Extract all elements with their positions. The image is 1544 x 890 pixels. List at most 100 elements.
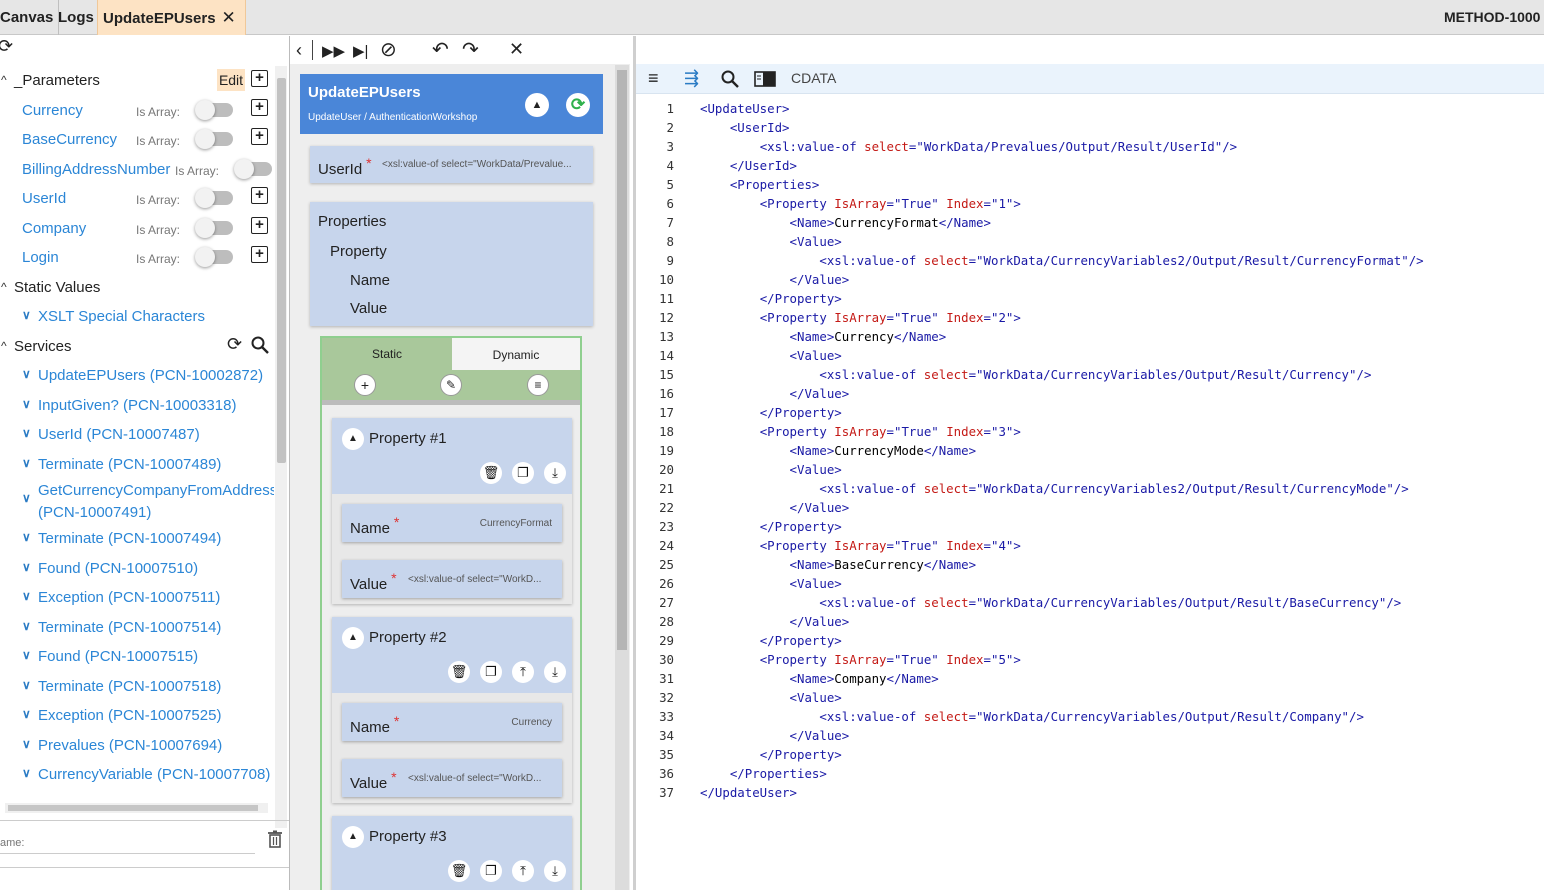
chevron-down-icon[interactable]: ∨ — [22, 491, 31, 505]
cdata-label[interactable]: CDATA — [791, 70, 836, 86]
list-edit-icon[interactable]: ≡ — [527, 374, 549, 396]
search-icon[interactable] — [720, 69, 740, 89]
collapse-services-icon[interactable]: ^ — [1, 339, 7, 353]
service-item-continued[interactable]: (PCN-10007491) — [38, 504, 151, 521]
middle-scrollbar-thumb[interactable] — [617, 70, 627, 650]
collapse-icon[interactable]: ▲ — [342, 627, 364, 649]
back-icon[interactable]: ‹ — [296, 40, 302, 61]
chevron-down-icon[interactable]: ∨ — [22, 766, 31, 780]
chevron-down-icon[interactable]: ∨ — [22, 530, 31, 544]
redo-icon[interactable]: ↷ — [462, 37, 479, 62]
refresh-services-icon[interactable]: ⟳ — [227, 334, 242, 355]
refresh-icon[interactable]: ⟳ — [0, 36, 13, 57]
add-icon[interactable]: + — [354, 374, 376, 396]
move-up-icon[interactable]: ⤒ — [512, 860, 534, 882]
param-company[interactable]: Company — [22, 220, 86, 237]
tab-dynamic[interactable]: Dynamic — [452, 338, 580, 370]
chevron-down-icon[interactable]: ∨ — [22, 367, 31, 381]
is-array-toggle[interactable] — [195, 218, 233, 238]
service-item[interactable]: Terminate (PCN-10007514) — [38, 619, 221, 636]
delete-icon[interactable]: 🗑 — [480, 462, 502, 484]
move-up-icon[interactable]: ⤒ — [512, 661, 534, 683]
tab-logs[interactable]: Logs — [53, 0, 100, 35]
param-basecurrency[interactable]: BaseCurrency — [22, 131, 117, 148]
left-hscrollbar-thumb[interactable] — [8, 805, 258, 811]
sync-icon[interactable]: ⟳ — [566, 93, 590, 117]
edit-icon[interactable]: ✎ — [440, 374, 462, 396]
collapse-icon[interactable]: ▲ — [342, 826, 364, 848]
service-item[interactable]: UserId (PCN-10007487) — [38, 426, 200, 443]
chevron-down-icon[interactable]: ∨ — [22, 619, 31, 633]
stop-icon[interactable]: ⊘ — [380, 37, 397, 62]
copy-icon[interactable]: ❐ — [480, 661, 502, 683]
name-field[interactable]: Name * Currency — [342, 703, 562, 741]
is-array-toggle[interactable] — [195, 129, 233, 149]
service-item[interactable]: Prevalues (PCN-10007694) — [38, 737, 222, 754]
param-login[interactable]: Login — [22, 249, 59, 266]
service-item[interactable]: Found (PCN-10007510) — [38, 560, 198, 577]
tab-updateepusers[interactable]: UpdateEPUsers ✕ — [97, 0, 246, 35]
move-down-icon[interactable]: ⤓ — [544, 860, 566, 882]
copy-icon[interactable]: ❐ — [480, 860, 502, 882]
move-down-icon[interactable]: ⤓ — [544, 462, 566, 484]
panel-icon[interactable] — [754, 71, 776, 87]
chevron-down-icon[interactable]: ∨ — [22, 456, 31, 470]
chevron-down-icon[interactable]: ∨ — [22, 648, 31, 662]
service-item[interactable]: Exception (PCN-10007525) — [38, 707, 221, 724]
delete-icon[interactable]: 🗑 — [448, 860, 470, 882]
undo-icon[interactable]: ↶ — [432, 37, 449, 62]
add-icon[interactable]: + — [251, 128, 268, 145]
step-icon[interactable]: ▶| — [353, 42, 368, 60]
add-icon[interactable]: + — [251, 99, 268, 116]
delete-icon[interactable]: 🗑 — [448, 661, 470, 683]
is-array-toggle[interactable] — [195, 188, 233, 208]
close-icon[interactable]: ✕ — [509, 39, 524, 60]
chevron-down-icon[interactable]: ∨ — [22, 560, 31, 574]
close-tab-icon[interactable]: ✕ — [222, 8, 236, 27]
fast-forward-icon[interactable]: ▶▶ — [322, 42, 345, 60]
tab-static[interactable]: Static — [322, 338, 452, 370]
add-icon[interactable]: + — [251, 187, 268, 204]
trash-icon[interactable] — [267, 830, 283, 848]
param-billingaddressnumber[interactable]: BillingAddressNumber — [22, 161, 170, 178]
collapse-parameters-icon[interactable]: ^ — [1, 73, 7, 87]
service-item[interactable]: Exception (PCN-10007511) — [38, 589, 220, 606]
collapse-icon[interactable]: ▲ — [342, 428, 364, 450]
chevron-down-icon[interactable]: ∨ — [22, 678, 31, 692]
tab-canvas[interactable]: Canvas — [0, 0, 60, 35]
value-field[interactable]: Value * <xsl:value-of select="WorkD... — [342, 560, 562, 598]
add-icon[interactable]: + — [251, 246, 268, 263]
add-parameter-icon[interactable]: + — [251, 70, 268, 87]
xslt-special-characters[interactable]: XSLT Special Characters — [38, 308, 205, 325]
param-userid[interactable]: UserId — [22, 190, 66, 207]
chevron-down-icon[interactable]: ∨ — [22, 737, 31, 751]
is-array-toggle[interactable] — [195, 247, 233, 267]
chevron-down-icon[interactable]: ∨ — [22, 707, 31, 721]
collapse-service-icon[interactable]: ▲ — [525, 93, 549, 117]
service-item[interactable]: Terminate (PCN-10007489) — [38, 456, 221, 473]
service-item[interactable]: InputGiven? (PCN-10003318) — [38, 397, 236, 414]
add-icon[interactable]: + — [251, 217, 268, 234]
chevron-down-icon[interactable]: ∨ — [22, 589, 31, 603]
is-array-toggle[interactable] — [195, 100, 233, 120]
param-currency[interactable]: Currency — [22, 102, 83, 119]
service-item[interactable]: Terminate (PCN-10007518) — [38, 678, 221, 695]
collapse-static-icon[interactable]: ^ — [1, 280, 7, 294]
userid-field[interactable]: UserId * <xsl:value-of select="WorkData/… — [310, 146, 593, 183]
name-input[interactable] — [0, 832, 255, 854]
service-item[interactable]: CurrencyVariable (PCN-10007708) — [38, 766, 270, 783]
service-item[interactable]: GetCurrencyCompanyFromAddress — [38, 482, 274, 499]
search-icon[interactable] — [250, 335, 270, 355]
service-item[interactable]: Found (PCN-10007515) — [38, 648, 198, 665]
left-scrollbar-thumb[interactable] — [277, 78, 286, 463]
chevron-down-icon[interactable]: ∨ — [22, 308, 31, 322]
wrap-icon[interactable]: ⇶ — [684, 68, 699, 89]
move-down-icon[interactable]: ⤓ — [544, 661, 566, 683]
value-field[interactable]: Value * <xsl:value-of select="WorkD... — [342, 759, 562, 797]
edit-parameters-button[interactable]: Edit — [217, 69, 245, 91]
service-item[interactable]: Terminate (PCN-10007494) — [38, 530, 221, 547]
service-item[interactable]: UpdateEPUsers (PCN-10002872) — [38, 367, 263, 384]
chevron-down-icon[interactable]: ∨ — [22, 426, 31, 440]
name-field[interactable]: Name * CurrencyFormat — [342, 504, 562, 542]
is-array-toggle[interactable] — [234, 159, 272, 179]
